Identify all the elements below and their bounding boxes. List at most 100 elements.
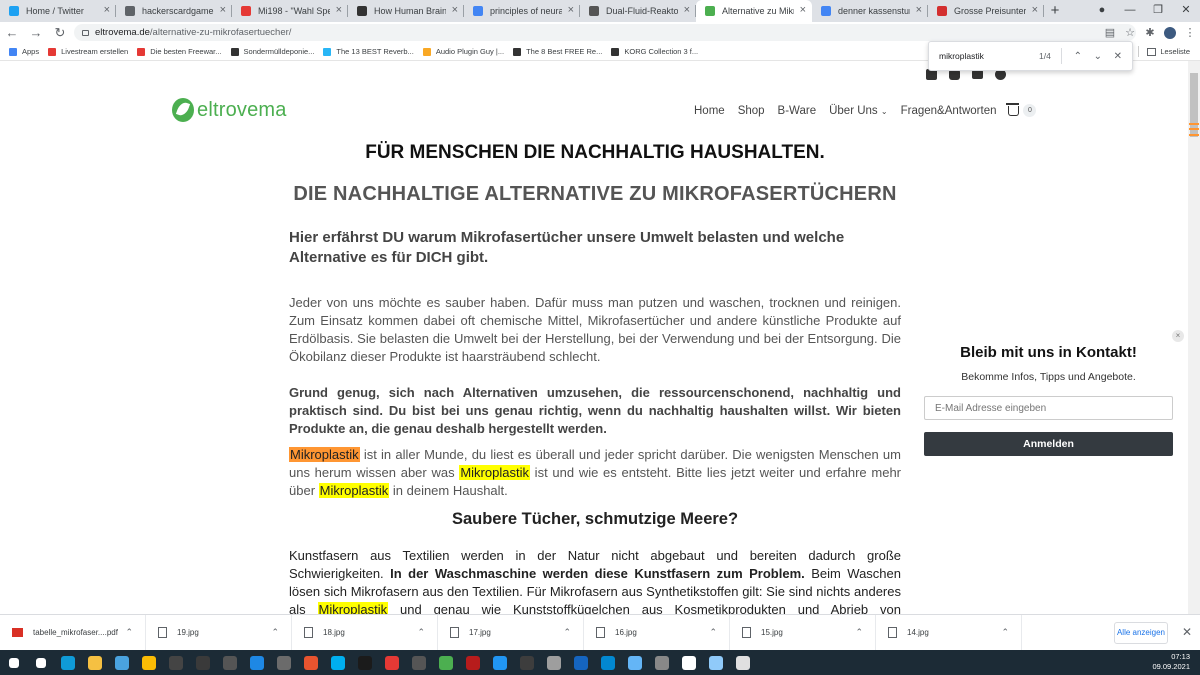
reading-list[interactable]: Leseliste [1138,46,1190,57]
taskbar-app-icon[interactable] [594,650,621,675]
reload-icon[interactable]: ↻ [48,25,72,41]
taskbar-app-icon[interactable] [621,650,648,675]
taskbar-app-icon[interactable] [567,650,594,675]
vertical-scrollbar[interactable] [1188,61,1200,614]
tab-close-icon[interactable]: × [336,4,342,16]
taskbar-edge-icon[interactable] [54,650,81,675]
browser-tab[interactable]: Grosse Preisunterschie... × [928,0,1044,22]
close-window-icon[interactable]: ✕ [1172,0,1200,22]
taskbar-app-icon[interactable] [648,650,675,675]
new-tab-button[interactable]: + [1044,0,1066,22]
taskbar-app-icon[interactable] [513,650,540,675]
tab-close-icon[interactable]: × [916,4,922,16]
download-item[interactable]: 15.jpg ⌃ [730,614,876,651]
chevron-up-icon[interactable]: ⌃ [125,627,133,638]
find-input[interactable]: mikroplastik [939,51,1039,61]
tab-close-icon[interactable]: × [800,4,806,16]
taskbar-app-icon[interactable] [189,650,216,675]
download-item[interactable]: 16.jpg ⌃ [584,614,730,651]
taskbar-app-icon[interactable] [297,650,324,675]
browser-tab[interactable]: Alternative zu Mikrofa... × [696,0,812,22]
taskbar-app-icon[interactable] [702,650,729,675]
site-logo[interactable]: eltrovema [172,98,287,122]
profile-avatar[interactable] [1164,26,1176,39]
taskbar-app-icon[interactable] [378,650,405,675]
taskbar-app-icon[interactable] [432,650,459,675]
browser-tab[interactable]: Mi198 - "Wahl Spezial" × [232,0,348,22]
find-next-icon[interactable]: ⌄ [1088,51,1108,62]
chevron-up-icon[interactable]: ⌃ [417,627,425,638]
download-item[interactable]: tabelle_mikrofaser....pdf ⌃ [0,614,146,651]
address-bar[interactable]: eltrovema.de/alternative-zu-mikrofasertu… [74,24,1136,41]
browser-tab[interactable]: principles of neural sc... × [464,0,580,22]
download-item[interactable]: 18.jpg ⌃ [292,614,438,651]
taskbar-app-icon[interactable] [243,650,270,675]
bookmark-item[interactable]: Die besten Freewar... [137,47,222,56]
bookmark-item[interactable]: Livestream erstellen [48,47,128,56]
bookmark-item[interactable]: The 8 Best FREE Re... [513,47,602,56]
popup-close-button[interactable]: × [1172,330,1184,342]
browser-tab[interactable]: Dual-Fluid-Reaktor – W... × [580,0,696,22]
browser-tab[interactable]: How Human Brains Ar... × [348,0,464,22]
download-item[interactable]: 17.jpg ⌃ [438,614,584,651]
menu-icon[interactable]: ⋮ [1180,26,1200,39]
find-previous-icon[interactable]: ⌃ [1068,51,1088,62]
taskbar-live-icon[interactable] [216,650,243,675]
restore-icon[interactable]: ❐ [1144,0,1172,22]
bookmark-item[interactable]: Sondermülldeponie... [230,47,314,56]
download-item[interactable]: 14.jpg ⌃ [876,614,1022,651]
find-close-icon[interactable]: ✕ [1108,51,1128,62]
show-all-downloads-button[interactable]: Alle anzeigen [1114,622,1168,644]
taskbar-chrome-icon[interactable] [135,650,162,675]
taskbar-skype-icon[interactable] [324,650,351,675]
browser-tab[interactable]: hackerscardgame.ch/jg... × [116,0,232,22]
tab-close-icon[interactable]: × [568,4,574,16]
close-downloads-icon[interactable]: ✕ [1182,625,1192,639]
tab-close-icon[interactable]: × [684,4,690,16]
taskbar-mail-icon[interactable] [108,650,135,675]
nav-faq[interactable]: Fragen&Antworten [901,105,997,117]
system-clock[interactable]: 07:13 09.09.2021 [1152,652,1190,672]
email-field[interactable] [924,396,1173,420]
forward-icon[interactable]: → [24,25,48,40]
extensions-icon[interactable]: ✱ [1140,26,1160,39]
taskbar-app-icon[interactable] [540,650,567,675]
taskbar-app-icon[interactable] [270,650,297,675]
chevron-up-icon[interactable]: ⌃ [855,627,863,638]
star-icon[interactable]: ☆ [1120,26,1140,39]
bookmark-item[interactable]: KORG Collection 3 f... [611,47,698,56]
tab-close-icon[interactable]: × [220,4,226,16]
browser-tab[interactable]: denner kassensturz m... × [812,0,928,22]
taskbar-file-explorer-icon[interactable] [81,650,108,675]
taskbar-app-icon[interactable] [486,650,513,675]
taskbar-search-icon[interactable] [27,650,54,675]
minimize-icon[interactable]: — [1116,0,1144,22]
taskbar-app-icon[interactable] [729,650,756,675]
chevron-up-icon[interactable]: ⌃ [1001,627,1009,638]
bookmark-item[interactable]: The 13 BEST Reverb... [323,47,414,56]
page-action-icon[interactable]: ▤ [1100,26,1120,39]
tab-close-icon[interactable]: × [1032,4,1038,16]
chevron-up-icon[interactable]: ⌃ [271,627,279,638]
nav-shop[interactable]: Shop [738,105,765,117]
taskbar-app-icon[interactable] [459,650,486,675]
tab-close-icon[interactable]: × [104,4,110,16]
nav-ueber-uns[interactable]: Über Uns ⌄ [829,105,887,117]
tab-close-icon[interactable]: × [452,4,458,16]
download-item[interactable]: 19.jpg ⌃ [146,614,292,651]
chevron-up-icon[interactable]: ⌃ [563,627,571,638]
taskbar-app-icon[interactable] [405,650,432,675]
back-icon[interactable]: ← [0,25,24,40]
bookmark-item[interactable]: Audio Plugin Guy |... [422,47,504,56]
cart-button[interactable]: 0 [1006,102,1037,117]
taskbar-app-icon[interactable] [351,650,378,675]
taskbar-app-icon[interactable] [675,650,702,675]
taskbar-start-icon[interactable] [0,650,27,675]
browser-tab[interactable]: Home / Twitter × [0,0,116,22]
taskbar-app-icon[interactable] [162,650,189,675]
email-icon[interactable] [972,70,983,79]
nav-b-ware[interactable]: B-Ware [778,105,817,117]
chevron-up-icon[interactable]: ⌃ [709,627,717,638]
tab-search-icon[interactable]: ● [1088,0,1116,22]
subscribe-button[interactable]: Anmelden [924,432,1173,456]
